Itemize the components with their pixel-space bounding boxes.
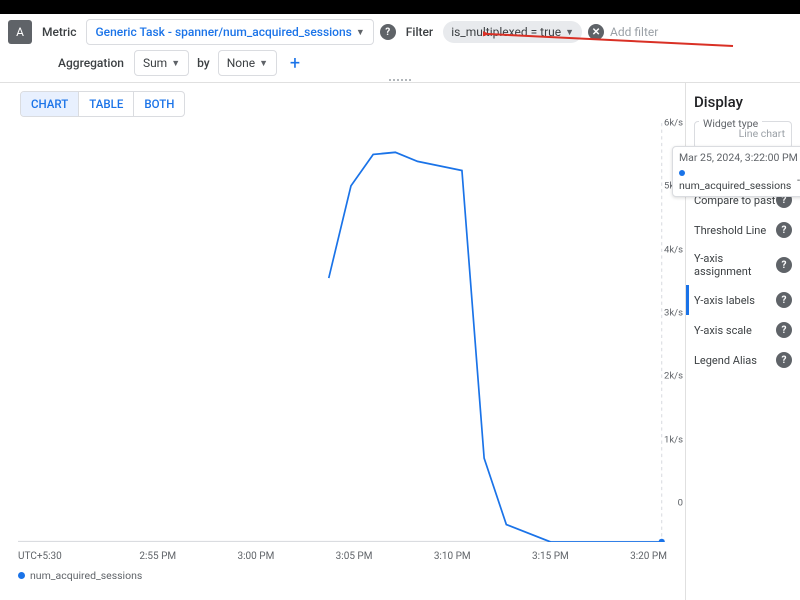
chart-legend[interactable]: num_acquired_sessions xyxy=(18,569,142,582)
y-tick: 0 xyxy=(678,498,683,509)
chevron-down-icon: ▼ xyxy=(356,27,365,38)
legend-alias-row[interactable]: Legend Alias ? xyxy=(692,345,794,375)
help-icon[interactable]: ? xyxy=(776,257,792,273)
tab-table[interactable]: TABLE xyxy=(79,92,134,116)
aggregation-toolbar: Aggregation Sum▼ by None▼ + xyxy=(0,50,800,82)
remove-filter-icon[interactable]: ✕ xyxy=(588,24,604,40)
tab-chart[interactable]: CHART xyxy=(21,92,79,116)
y-tick: 1k/s xyxy=(664,434,683,445)
x-tick: 3:15 PM xyxy=(532,551,569,562)
help-icon[interactable]: ? xyxy=(776,222,792,238)
x-tick: 2:55 PM xyxy=(139,551,176,562)
x-axis: UTC+5:30 2:55 PM 3:00 PM 3:05 PM 3:10 PM… xyxy=(18,551,685,562)
help-icon[interactable]: ? xyxy=(776,322,792,338)
legend-series-name: num_acquired_sessions xyxy=(30,569,142,582)
aggregation-label: Aggregation xyxy=(54,50,128,76)
metric-label: Metric xyxy=(38,19,80,45)
tooltip-color-dot xyxy=(679,170,685,176)
y-tick: 6k/s xyxy=(664,118,683,129)
y-axis-labels-row[interactable]: Y-axis labels ? xyxy=(686,285,794,315)
aggregation-func-selector[interactable]: Sum▼ xyxy=(134,50,189,76)
y-tick: 2k/s xyxy=(664,371,683,382)
aggregation-by-label: by xyxy=(195,50,212,76)
metric-value: Generic Task - spanner/num_acquired_sess… xyxy=(95,25,351,39)
top-black-bar xyxy=(0,0,800,14)
widget-type-selector[interactable]: Widget type Line chart xyxy=(694,121,792,149)
series-chip[interactable]: A xyxy=(8,20,32,44)
filter-chip-text: is_multiplexed = true xyxy=(451,25,561,39)
aggregation-group-selector[interactable]: None▼ xyxy=(218,50,277,76)
x-tick: 3:05 PM xyxy=(336,551,373,562)
filter-chip[interactable]: is_multiplexed = true ▼ xyxy=(443,21,582,43)
tab-both[interactable]: BOTH xyxy=(134,92,184,116)
query-toolbar: A Metric Generic Task - spanner/num_acqu… xyxy=(0,14,800,50)
metric-selector[interactable]: Generic Task - spanner/num_acquired_sess… xyxy=(86,19,373,45)
y-axis-scale-row[interactable]: Y-axis scale ? xyxy=(692,315,794,345)
y-tick: 3k/s xyxy=(664,308,683,319)
x-tick: 3:00 PM xyxy=(238,551,275,562)
chart-tooltip: Mar 25, 2024, 3:22:00 PM num_acquired_se… xyxy=(672,146,800,197)
x-tick: 3:10 PM xyxy=(434,551,471,562)
y-tick: 4k/s xyxy=(664,244,683,255)
help-icon[interactable]: ? xyxy=(380,24,396,40)
chevron-down-icon: ▼ xyxy=(259,58,268,69)
add-filter-input[interactable]: Add filter xyxy=(610,25,658,39)
legend-color-dot xyxy=(18,572,25,579)
chevron-down-icon: ▼ xyxy=(565,27,574,38)
y-axis-assignment-row[interactable]: Y-axis assignment ? xyxy=(692,245,794,285)
add-aggregation-button[interactable]: + xyxy=(283,51,307,75)
x-tick: 3:20 PM xyxy=(630,551,667,562)
chart-panel: CHART TABLE BOTH UTC+5:30 2:55 PM 3:00 P… xyxy=(0,83,685,600)
view-tabs: CHART TABLE BOTH xyxy=(20,91,185,117)
tooltip-series: num_acquired_sessions xyxy=(679,179,791,192)
help-icon[interactable]: ? xyxy=(776,352,792,368)
timezone-label: UTC+5:30 xyxy=(18,551,78,562)
chevron-down-icon: ▼ xyxy=(171,58,180,69)
tooltip-time: Mar 25, 2024, 3:22:00 PM xyxy=(679,151,800,164)
help-icon[interactable]: ? xyxy=(776,292,792,308)
chart-plot[interactable] xyxy=(18,123,685,542)
threshold-line-row[interactable]: Threshold Line ? xyxy=(692,215,794,245)
filter-label: Filter xyxy=(402,19,437,45)
